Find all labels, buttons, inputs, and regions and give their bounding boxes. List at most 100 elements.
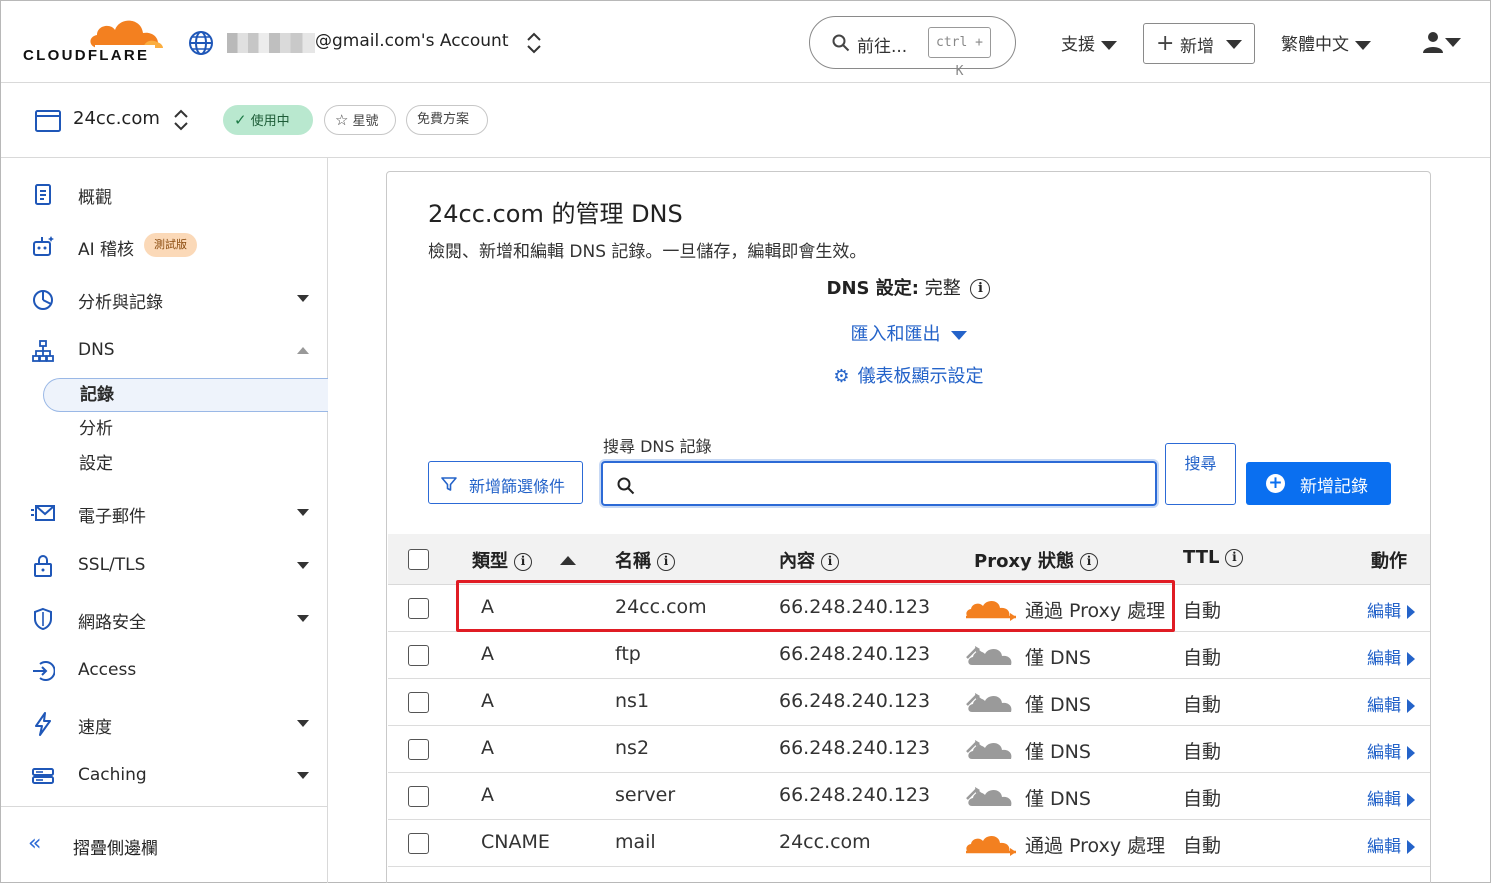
row-checkbox[interactable] [408, 833, 429, 854]
sidebar-item-caching[interactable]: Caching [1, 756, 328, 796]
edit-record-link[interactable]: 編輯 [1367, 738, 1415, 763]
account-email-redacted [227, 33, 315, 53]
sidebar-item-label: AI 稽核 [78, 240, 135, 260]
sidebar-subitem-records[interactable]: 記錄 [43, 378, 328, 412]
sidebar-subitem-analytics[interactable]: 分析 [43, 413, 328, 447]
select-all-checkbox[interactable] [408, 549, 429, 570]
plus-icon: + [1156, 31, 1175, 56]
search-button[interactable]: 搜尋 [1165, 443, 1236, 505]
support-menu[interactable]: 支援 [1061, 30, 1117, 55]
sidebar-item-ssl-tls[interactable]: SSL/TLS [1, 546, 328, 586]
sidebar-item-dns[interactable]: DNS [1, 331, 328, 371]
search-field[interactable] [601, 461, 1157, 506]
zone-name[interactable]: 24cc.com [73, 108, 160, 129]
add-filter-label: 新增篩選條件 [469, 477, 566, 496]
edit-record-link[interactable]: 編輯 [1367, 691, 1415, 716]
record-type: A [481, 737, 494, 759]
edit-record-link[interactable]: 編輯 [1367, 785, 1415, 810]
star-zone-button[interactable]: ☆ 星號 [324, 105, 396, 135]
language-menu[interactable]: 繁體中文 [1281, 30, 1371, 55]
sidebar-item-label: Caching [78, 765, 147, 785]
plan-badge[interactable]: 免費方案 [406, 105, 488, 135]
edit-record-link[interactable]: 編輯 [1367, 597, 1415, 622]
dashboard-display-settings-link[interactable]: ⚙ 儀表板顯示設定 [387, 362, 1430, 388]
support-label: 支援 [1061, 35, 1095, 55]
info-icon[interactable]: i [821, 553, 839, 571]
page-title: 24cc.com 的管理 DNS [428, 200, 683, 228]
record-content: 66.248.240.123 [779, 784, 931, 806]
zone-status-badge: ✓ 使用中 [223, 105, 313, 135]
header-content[interactable]: 內容 i [779, 547, 839, 573]
row-checkbox[interactable] [408, 692, 429, 713]
add-record-button[interactable]: + 新增記錄 [1246, 462, 1391, 505]
record-content: 66.248.240.123 [779, 737, 931, 759]
caret-down-icon [1226, 40, 1242, 49]
row-checkbox[interactable] [408, 645, 429, 666]
sort-ascending-icon[interactable] [560, 556, 576, 565]
sidebar-item-speed[interactable]: 速度 [1, 704, 328, 744]
highlight-box [456, 580, 1175, 632]
import-export-menu[interactable]: 匯入和匯出 [387, 320, 1430, 346]
sidebar-item-access[interactable]: Access [1, 651, 328, 691]
info-icon[interactable]: i [1225, 549, 1244, 567]
add-filter-button[interactable]: 新增篩選條件 [428, 461, 583, 504]
info-icon[interactable]: i [657, 553, 675, 571]
search-input[interactable] [645, 469, 1145, 499]
row-checkbox[interactable] [408, 739, 429, 760]
sidebar-item-ai-audit[interactable]: AI 稽核 測試版 [1, 226, 328, 266]
record-ttl: 自動 [1183, 788, 1222, 810]
caret-down-icon [297, 615, 309, 622]
dns-only-cloud-icon [966, 646, 1012, 665]
language-label: 繁體中文 [1281, 35, 1349, 55]
record-type: A [481, 690, 494, 712]
goto-label: 前往... [857, 37, 908, 57]
sidebar-item-overview[interactable]: 概觀 [1, 174, 328, 214]
add-menu-button[interactable]: + 新增 [1143, 23, 1255, 64]
row-checkbox[interactable] [408, 786, 429, 807]
table-row: Aftp 66.248.240.123 僅 DNS 自動 編輯 [388, 632, 1430, 679]
header-type[interactable]: 類型 i [472, 547, 532, 573]
caret-right-icon [1407, 699, 1415, 713]
search-icon [832, 34, 850, 52]
header-proxy-status[interactable]: Proxy 狀態 i [974, 547, 1099, 573]
sidebar-item-label: 概觀 [78, 188, 112, 208]
sidebar-item-analytics[interactable]: 分析與記錄 [1, 279, 328, 319]
cloud-logo-icon [90, 20, 163, 48]
sidebar-item-email[interactable]: 電子郵件 [1, 493, 328, 533]
account-name[interactable]: @gmail.com's Account [315, 31, 509, 51]
header-name[interactable]: 名稱 i [615, 547, 675, 573]
info-icon[interactable]: i [1080, 553, 1099, 571]
record-ttl: 自動 [1183, 741, 1222, 763]
sidebar-item-label: 網路安全 [78, 613, 146, 633]
email-icon [31, 505, 55, 521]
record-proxy-status: 僅 DNS [1025, 788, 1091, 810]
caret-down-icon [950, 330, 967, 340]
cloudflare-logo[interactable]: CLOUDFLARE [23, 15, 163, 67]
info-icon[interactable]: i [514, 553, 532, 571]
info-icon[interactable]: i [970, 279, 991, 299]
edit-record-link[interactable]: 編輯 [1367, 644, 1415, 669]
header-ttl[interactable]: TTL i [1183, 547, 1244, 568]
caret-right-icon [1407, 652, 1415, 666]
edit-record-link[interactable]: 編輯 [1367, 832, 1415, 857]
filter-icon [441, 477, 457, 491]
sidebar-item-security[interactable]: 網路安全 [1, 599, 328, 639]
lock-icon [34, 555, 52, 577]
row-checkbox[interactable] [408, 598, 429, 619]
sidebar-item-label: 分析與記錄 [78, 293, 163, 313]
record-type: CNAME [481, 831, 550, 853]
caret-right-icon [1407, 605, 1415, 619]
collapse-sidebar-label: 摺疊側邊欄 [73, 839, 158, 859]
gear-icon: ⚙ [833, 366, 850, 387]
sidebar-item-label: Access [78, 660, 137, 680]
globe-icon [189, 31, 213, 55]
goto-search-button[interactable]: 前往... ctrl + K [809, 16, 1016, 79]
caret-down-icon [1355, 40, 1371, 50]
sidebar-subitem-settings[interactable]: 設定 [43, 448, 328, 482]
zone-bar: 24cc.com ✓ 使用中 ☆ 星號 免費方案 [1, 83, 1490, 158]
account-switch-icon[interactable] [524, 30, 544, 56]
zone-switch-icon[interactable] [171, 107, 191, 133]
caret-right-icon [1407, 840, 1415, 854]
collapse-sidebar-button[interactable]: « 摺疊側邊欄 [1, 828, 328, 862]
sidebar-divider [1, 806, 328, 807]
